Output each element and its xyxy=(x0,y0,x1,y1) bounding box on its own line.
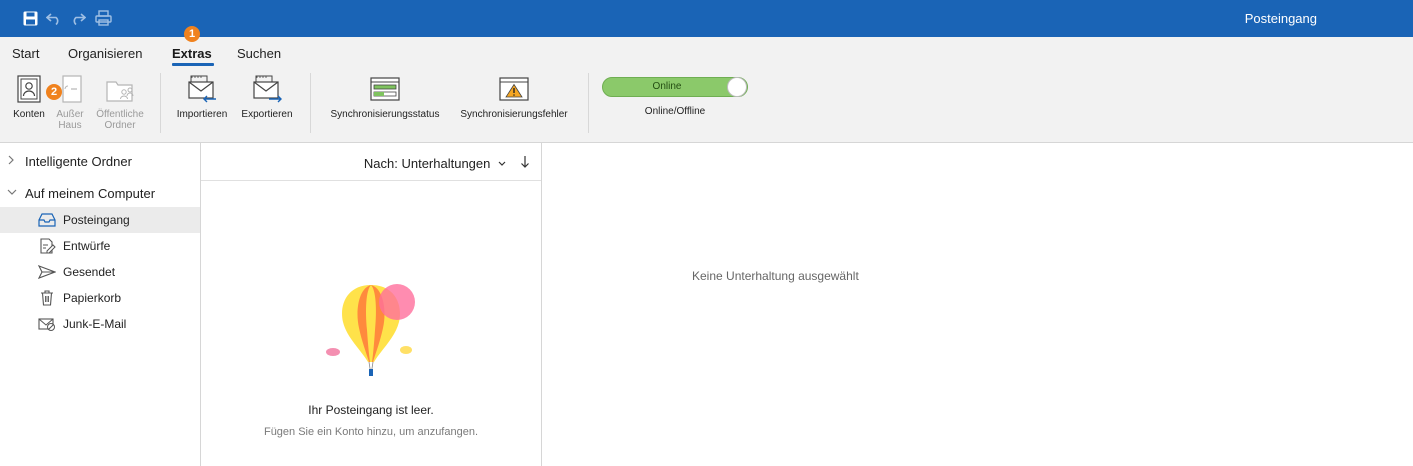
reading-pane: Keine Unterhaltung ausgewählt xyxy=(542,143,1413,466)
redo-icon[interactable] xyxy=(69,9,87,27)
sync-status-icon xyxy=(370,77,400,101)
folder-pane: Intelligente Ordner Auf meinem Computer … xyxy=(0,143,201,466)
print-icon[interactable] xyxy=(94,9,112,27)
folder-inbox[interactable]: Posteingang xyxy=(0,207,200,233)
public-folders-icon xyxy=(106,81,134,102)
ribbon-tabs: Start Organisieren Extras Suchen 1 xyxy=(0,26,1413,67)
chevron-right-icon xyxy=(8,155,14,165)
sort-bar: Nach: Unterhaltungen xyxy=(201,143,541,181)
step-badge-1: 1 xyxy=(184,26,200,42)
export-button[interactable]: Exportieren xyxy=(235,75,299,120)
inbox-icon xyxy=(38,213,56,227)
toggle-knob xyxy=(727,77,747,97)
public-folders-button[interactable]: Öffentliche Ordner xyxy=(90,75,150,131)
junk-mail-icon xyxy=(38,318,55,331)
no-conversation-message: Keine Unterhaltung ausgewählt xyxy=(692,269,859,283)
chevron-down-icon xyxy=(498,161,506,166)
group-on-my-computer[interactable]: Auf meinem Computer xyxy=(0,183,200,205)
import-button[interactable]: Importieren xyxy=(170,75,234,120)
sort-direction-arrow-icon[interactable] xyxy=(519,154,531,170)
tab-suchen[interactable]: Suchen xyxy=(237,46,281,61)
active-tab-indicator xyxy=(172,63,214,66)
sync-errors-button[interactable]: Synchronisierungsfehler xyxy=(452,75,576,120)
sync-errors-label: Synchronisierungsfehler xyxy=(460,109,568,120)
title-bar: Posteingang xyxy=(0,0,1413,37)
accounts-button[interactable]: Konten xyxy=(8,75,50,120)
sync-status-button[interactable]: Synchronisierungsstatus xyxy=(320,75,450,120)
message-list: Nach: Unterhaltungen Ihr Posteingang ist… xyxy=(201,143,542,466)
export-icon xyxy=(253,75,282,103)
save-icon[interactable] xyxy=(21,9,39,27)
ribbon-separator xyxy=(588,73,589,133)
empty-inbox-subtitle: Fügen Sie ein Konto hinzu, um anzufangen… xyxy=(263,426,479,438)
window-title: Posteingang xyxy=(1244,11,1317,26)
online-offline-caption: Online/Offline xyxy=(644,106,706,117)
empty-inbox-title: Ihr Posteingang ist leer. xyxy=(308,403,434,417)
trash-icon xyxy=(41,290,53,306)
folder-label: Papierkorb xyxy=(63,291,122,305)
group-label: Intelligente Ordner xyxy=(25,154,132,169)
sync-status-label: Synchronisierungsstatus xyxy=(330,109,440,120)
folder-sent[interactable]: Gesendet xyxy=(0,259,200,285)
sort-label: Nach: Unterhaltungen xyxy=(363,156,491,171)
out-of-office-label: Außer Haus xyxy=(56,109,84,131)
step-badge-2: 2 xyxy=(46,84,62,100)
accounts-icon xyxy=(17,75,41,103)
sent-icon xyxy=(38,265,56,279)
group-label: Auf meinem Computer xyxy=(25,186,156,201)
folder-junk[interactable]: Junk-E-Mail xyxy=(0,311,200,337)
ribbon-separator xyxy=(160,73,161,133)
tab-organisieren[interactable]: Organisieren xyxy=(68,46,142,61)
ribbon-separator xyxy=(310,73,311,133)
ribbon-toolbar: Konten Außer Haus 2 Öffentliche Ordner I… xyxy=(0,67,1413,143)
warning-icon xyxy=(499,77,529,101)
sort-dropdown[interactable]: Nach: Unterhaltungen xyxy=(364,156,507,171)
folder-label: Posteingang xyxy=(63,213,130,227)
folder-label: Gesendet xyxy=(63,265,116,279)
tab-start[interactable]: Start xyxy=(12,46,39,61)
export-label: Exportieren xyxy=(241,109,293,120)
tab-extras[interactable]: Extras xyxy=(172,46,212,61)
import-icon xyxy=(188,75,216,103)
drafts-icon xyxy=(40,238,56,254)
folder-label: Entwürfe xyxy=(63,239,111,253)
accounts-label: Konten xyxy=(13,109,45,120)
folder-trash[interactable]: Papierkorb xyxy=(0,285,200,311)
group-smart-folders[interactable]: Intelligente Ordner xyxy=(0,151,200,173)
online-state-label: Online xyxy=(652,81,682,92)
folder-drafts[interactable]: Entwürfe xyxy=(0,233,200,259)
chevron-down-icon xyxy=(7,189,17,195)
undo-icon[interactable] xyxy=(45,9,63,27)
folder-label: Junk-E-Mail xyxy=(63,317,127,331)
import-label: Importieren xyxy=(176,109,228,120)
public-folders-label: Öffentliche Ordner xyxy=(96,109,144,131)
hot-air-balloon-illustration xyxy=(326,284,415,376)
online-offline-toggle[interactable]: Online xyxy=(602,77,748,97)
